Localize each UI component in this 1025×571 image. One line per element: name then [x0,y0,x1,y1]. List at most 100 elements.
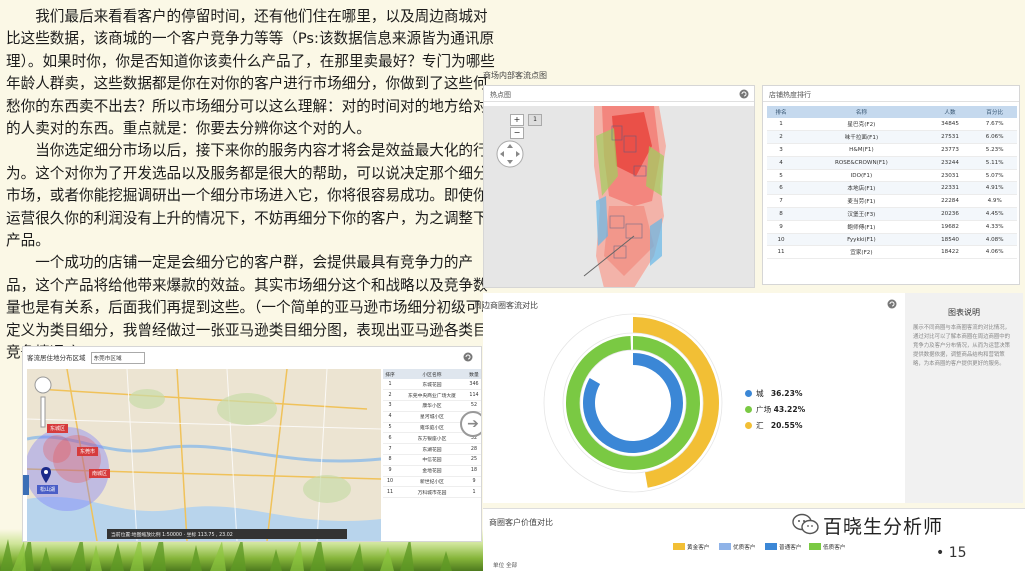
residence-header: 小区名称 [397,369,467,379]
ranking-cell: 27531 [927,130,973,145]
residence-row[interactable]: 10 新世纪小区 9 [383,476,481,488]
map-pin-label[interactable]: 东莞市 [77,447,99,456]
ranking-row[interactable]: 6 本地店(F1) 22331 4.91% [767,181,1017,196]
ranking-header: 排名 [767,106,796,118]
location-pin-icon[interactable] [41,467,51,483]
ranking-cell: 1 [767,118,796,132]
residence-row[interactable]: 11 万科城市花园 1 [383,486,481,499]
ranking-cell: 23031 [927,169,973,183]
legend-dot [745,422,752,429]
ranking-cell: 9 [767,220,796,234]
ranking-row[interactable]: 10 Fyykki(F1) 18540 4.08% [767,233,1017,247]
residence-cell: 东莞中央商业广场大厦 [397,389,467,402]
legend-name: 黄金客户 [687,545,710,551]
residence-cell: 8 [383,454,397,466]
map-pin-label[interactable]: 南城区 [89,469,111,478]
next-arrow-button[interactable]: ➔ [460,411,481,437]
customer-value-title: 商圈客户价值对比 [489,518,553,527]
ranking-cell: 8 [767,207,796,221]
zoom-in-button[interactable]: + [510,114,524,126]
ranking-row[interactable]: 2 味千拉面(F1) 27531 6.06% [767,130,1017,145]
article-paragraph: 当你选定细分市场以后，接下来你的服务内容才将会是效益最大化的行为。这个对你为了开… [6,142,488,250]
residence-cell: 新世纪小区 [397,476,467,488]
residence-row[interactable]: 8 中信花园 25 [383,454,481,466]
ranking-row[interactable]: 9 鲍师傅(F1) 19682 4.33% [767,220,1017,234]
legend-value: 36.23% [770,389,803,398]
value-toolbar[interactable]: 单位 全部 [493,561,517,569]
residence-cell: 4 [383,411,397,423]
residence-cell: 万科城市花园 [397,486,467,499]
residence-map-header: 客流居住地分布区域 东莞市区域 [27,352,145,364]
ranking-row[interactable]: 3 H&M(F1) 23773 5.23% [767,143,1017,157]
ranking-cell: 34845 [927,118,973,132]
ranking-header: 名称 [795,106,928,118]
ranking-cell: 5.07% [972,169,1017,183]
residence-cell: 7 [383,443,397,456]
customer-value-panel: 商圈客户价值对比 黄金客户 优质客户 普通客户 低质客户 单位 全部 [483,508,1025,571]
residence-header: 数量 [466,369,481,379]
heat-map-canvas[interactable]: + − 1 [484,106,754,287]
residence-row[interactable]: 2 东莞中央商业广场大厦 114 [383,389,481,402]
region-select[interactable]: 东莞市区域 [90,352,145,364]
residence-cell: 10 [383,476,397,488]
value-legend-item: 优质客户 [719,543,755,551]
residence-row[interactable]: 7 东湖花园 28 [383,443,481,456]
prev-page-button[interactable] [23,475,29,495]
refresh-icon[interactable] [887,299,897,309]
donut-legend-item: 广场 43.22% [745,404,805,415]
ranking-cell: 汉堡王(F3) [795,207,928,221]
ranking-cell: IDO(F1) [795,169,928,183]
residence-row[interactable]: 3 康华小区 52 [383,400,481,412]
ranking-row[interactable]: 1 星巴克(F2) 34845 7.67% [767,118,1017,132]
map-zoom-control-icon[interactable] [33,375,53,431]
legend-name: 汇 [756,421,764,430]
zoom-out-button[interactable]: − [510,127,524,139]
refresh-icon[interactable] [739,89,749,99]
residence-cell: 28 [466,443,481,456]
heat-map-title: 热点图 [484,86,754,102]
legend-name: 城 [756,389,764,398]
legend-swatch [673,543,685,550]
residence-cell: 9 [383,465,397,477]
residence-cell: 11 [383,486,397,499]
ranking-cell: 6.06% [972,130,1017,145]
refresh-icon[interactable] [463,352,473,362]
ranking-cell: 18540 [927,233,973,247]
donut-arc[interactable] [583,353,683,453]
residence-cell: 东湖花园 [397,443,467,456]
residence-map[interactable]: 东城区 东莞市 南城区 松山湖 [27,369,381,541]
pan-control-icon[interactable] [496,140,524,168]
map-pin-label[interactable]: 松山湖 [37,485,59,494]
residence-cell: 114 [466,389,481,402]
donut-ring-guide [579,349,687,457]
ranking-row[interactable]: 8 汉堡王(F3) 20236 4.45% [767,207,1017,221]
ranking-row[interactable]: 5 IDO(F1) 23031 5.07% [767,169,1017,183]
ranking-cell: 22331 [927,181,973,196]
ranking-cell: 麦当劳(F1) [795,194,928,209]
legend-swatch [809,543,821,550]
ranking-cell: 5.23% [972,143,1017,157]
value-legend-item: 低质客户 [809,543,845,551]
ranking-row[interactable]: 7 麦当劳(F1) 22284 4.9% [767,194,1017,209]
ranking-title: 店铺热度排行 [763,86,1019,102]
ranking-header: 百分比 [972,106,1017,118]
ranking-cell: 5 [767,169,796,183]
ranking-cell: 22284 [927,194,973,209]
residence-cell: 东方银座小区 [397,432,467,445]
legend-value: 43.22% [773,405,806,414]
ranking-cell: 5.11% [972,156,1017,170]
residence-row[interactable]: 9 金地花园 18 [383,465,481,477]
residence-cell: 金地花园 [397,465,467,477]
legend-name: 广场 [756,405,772,414]
ranking-row[interactable]: 11 宜家(F2) 18422 4.06% [767,245,1017,260]
heat-map-panel: 热点图 + − 1 [483,85,755,288]
heat-region [594,106,666,287]
residence-cell: 346 [466,379,481,391]
residence-row[interactable]: 1 东城花园 346 [383,379,481,391]
residence-cell: 6 [383,432,397,445]
donut-chart [543,313,723,493]
ranking-row[interactable]: 4 ROSE&CROWN(F1) 23244 5.11% [767,156,1017,170]
page-number-value: 15 [948,545,967,561]
ranking-cell: 18422 [927,245,973,260]
residence-cell: 康华小区 [397,400,467,412]
